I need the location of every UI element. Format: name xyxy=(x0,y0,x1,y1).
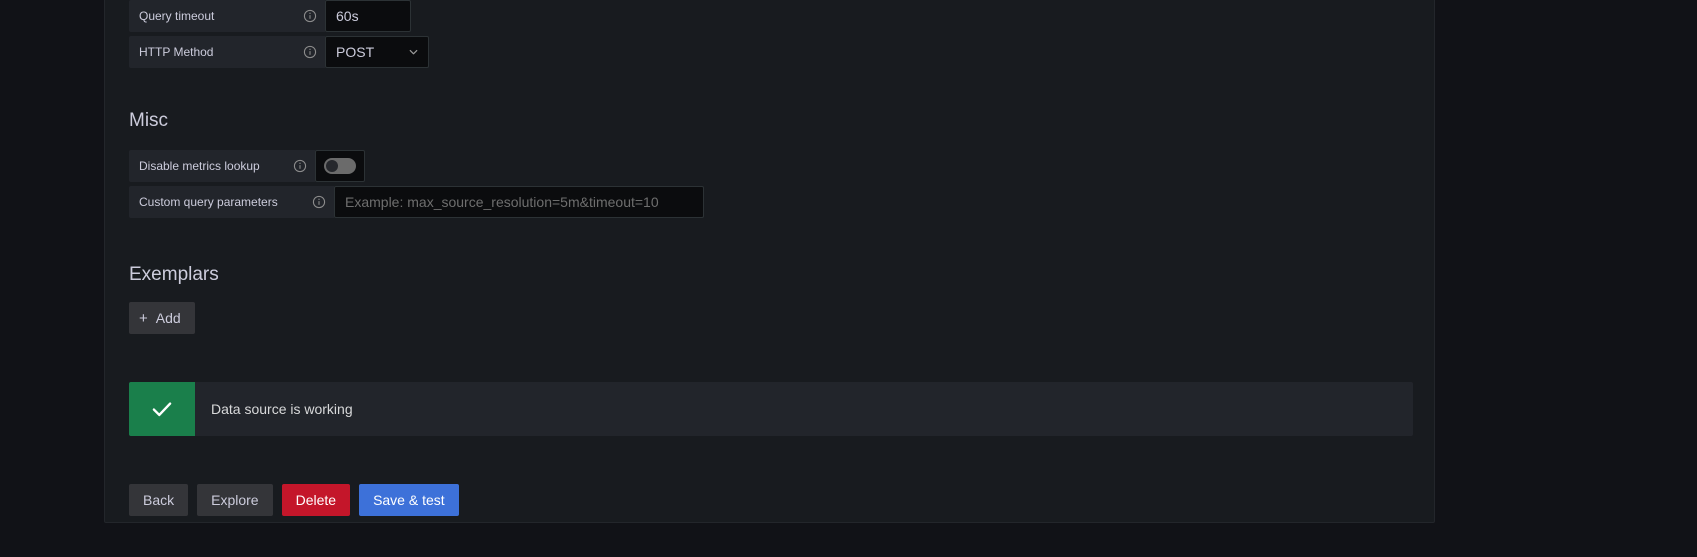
disable-metrics-lookup-row: Disable metrics lookup xyxy=(129,150,1410,182)
info-circle-icon[interactable] xyxy=(293,159,307,173)
form-actions: Back Explore Delete Save & test xyxy=(129,484,1410,516)
exemplars-section-heading: Exemplars xyxy=(129,264,219,285)
back-button[interactable]: Back xyxy=(129,484,189,516)
add-exemplar-button[interactable]: + Add xyxy=(129,302,195,334)
datasource-settings-page: Query timeout HTTP Method xyxy=(0,0,1697,557)
disable-metrics-lookup-label: Disable metrics lookup xyxy=(129,150,315,182)
misc-section-heading: Misc xyxy=(129,110,169,131)
datasource-status-alert: Data source is working xyxy=(129,382,1413,436)
custom-query-parameters-label: Custom query parameters xyxy=(129,186,334,218)
plus-icon: + xyxy=(139,309,148,327)
custom-query-parameters-input[interactable] xyxy=(334,186,704,218)
http-method-value: POST xyxy=(336,44,375,60)
disable-metrics-lookup-label-text: Disable metrics lookup xyxy=(139,159,260,173)
query-timeout-label-text: Query timeout xyxy=(139,9,215,23)
chevron-down-icon[interactable] xyxy=(407,46,420,59)
http-method-row: HTTP Method POST xyxy=(129,36,1410,68)
http-method-select[interactable]: POST xyxy=(325,36,429,68)
datasource-status-message: Data source is working xyxy=(211,401,353,417)
explore-button[interactable]: Explore xyxy=(197,484,273,516)
datasource-settings-form: Query timeout HTTP Method xyxy=(129,0,1413,516)
query-timeout-input[interactable] xyxy=(325,0,411,32)
custom-query-parameters-label-text: Custom query parameters xyxy=(139,195,278,209)
save-and-test-button[interactable]: Save & test xyxy=(359,484,459,516)
info-circle-icon[interactable] xyxy=(312,195,326,209)
custom-query-parameters-row: Custom query parameters xyxy=(129,186,1410,218)
info-circle-icon[interactable] xyxy=(303,45,317,59)
query-timeout-row: Query timeout xyxy=(129,0,1410,32)
add-exemplar-button-label: Add xyxy=(155,310,181,326)
delete-button[interactable]: Delete xyxy=(281,484,351,516)
http-method-label: HTTP Method xyxy=(129,36,325,68)
content-panel: Query timeout HTTP Method xyxy=(104,0,1435,523)
info-circle-icon[interactable] xyxy=(303,9,317,23)
toggle-knob xyxy=(326,160,338,172)
check-icon xyxy=(129,382,195,436)
disable-metrics-lookup-toggle[interactable] xyxy=(315,150,365,182)
toggle-track[interactable] xyxy=(324,158,356,174)
query-timeout-label: Query timeout xyxy=(129,0,325,32)
http-method-label-text: HTTP Method xyxy=(139,45,214,59)
